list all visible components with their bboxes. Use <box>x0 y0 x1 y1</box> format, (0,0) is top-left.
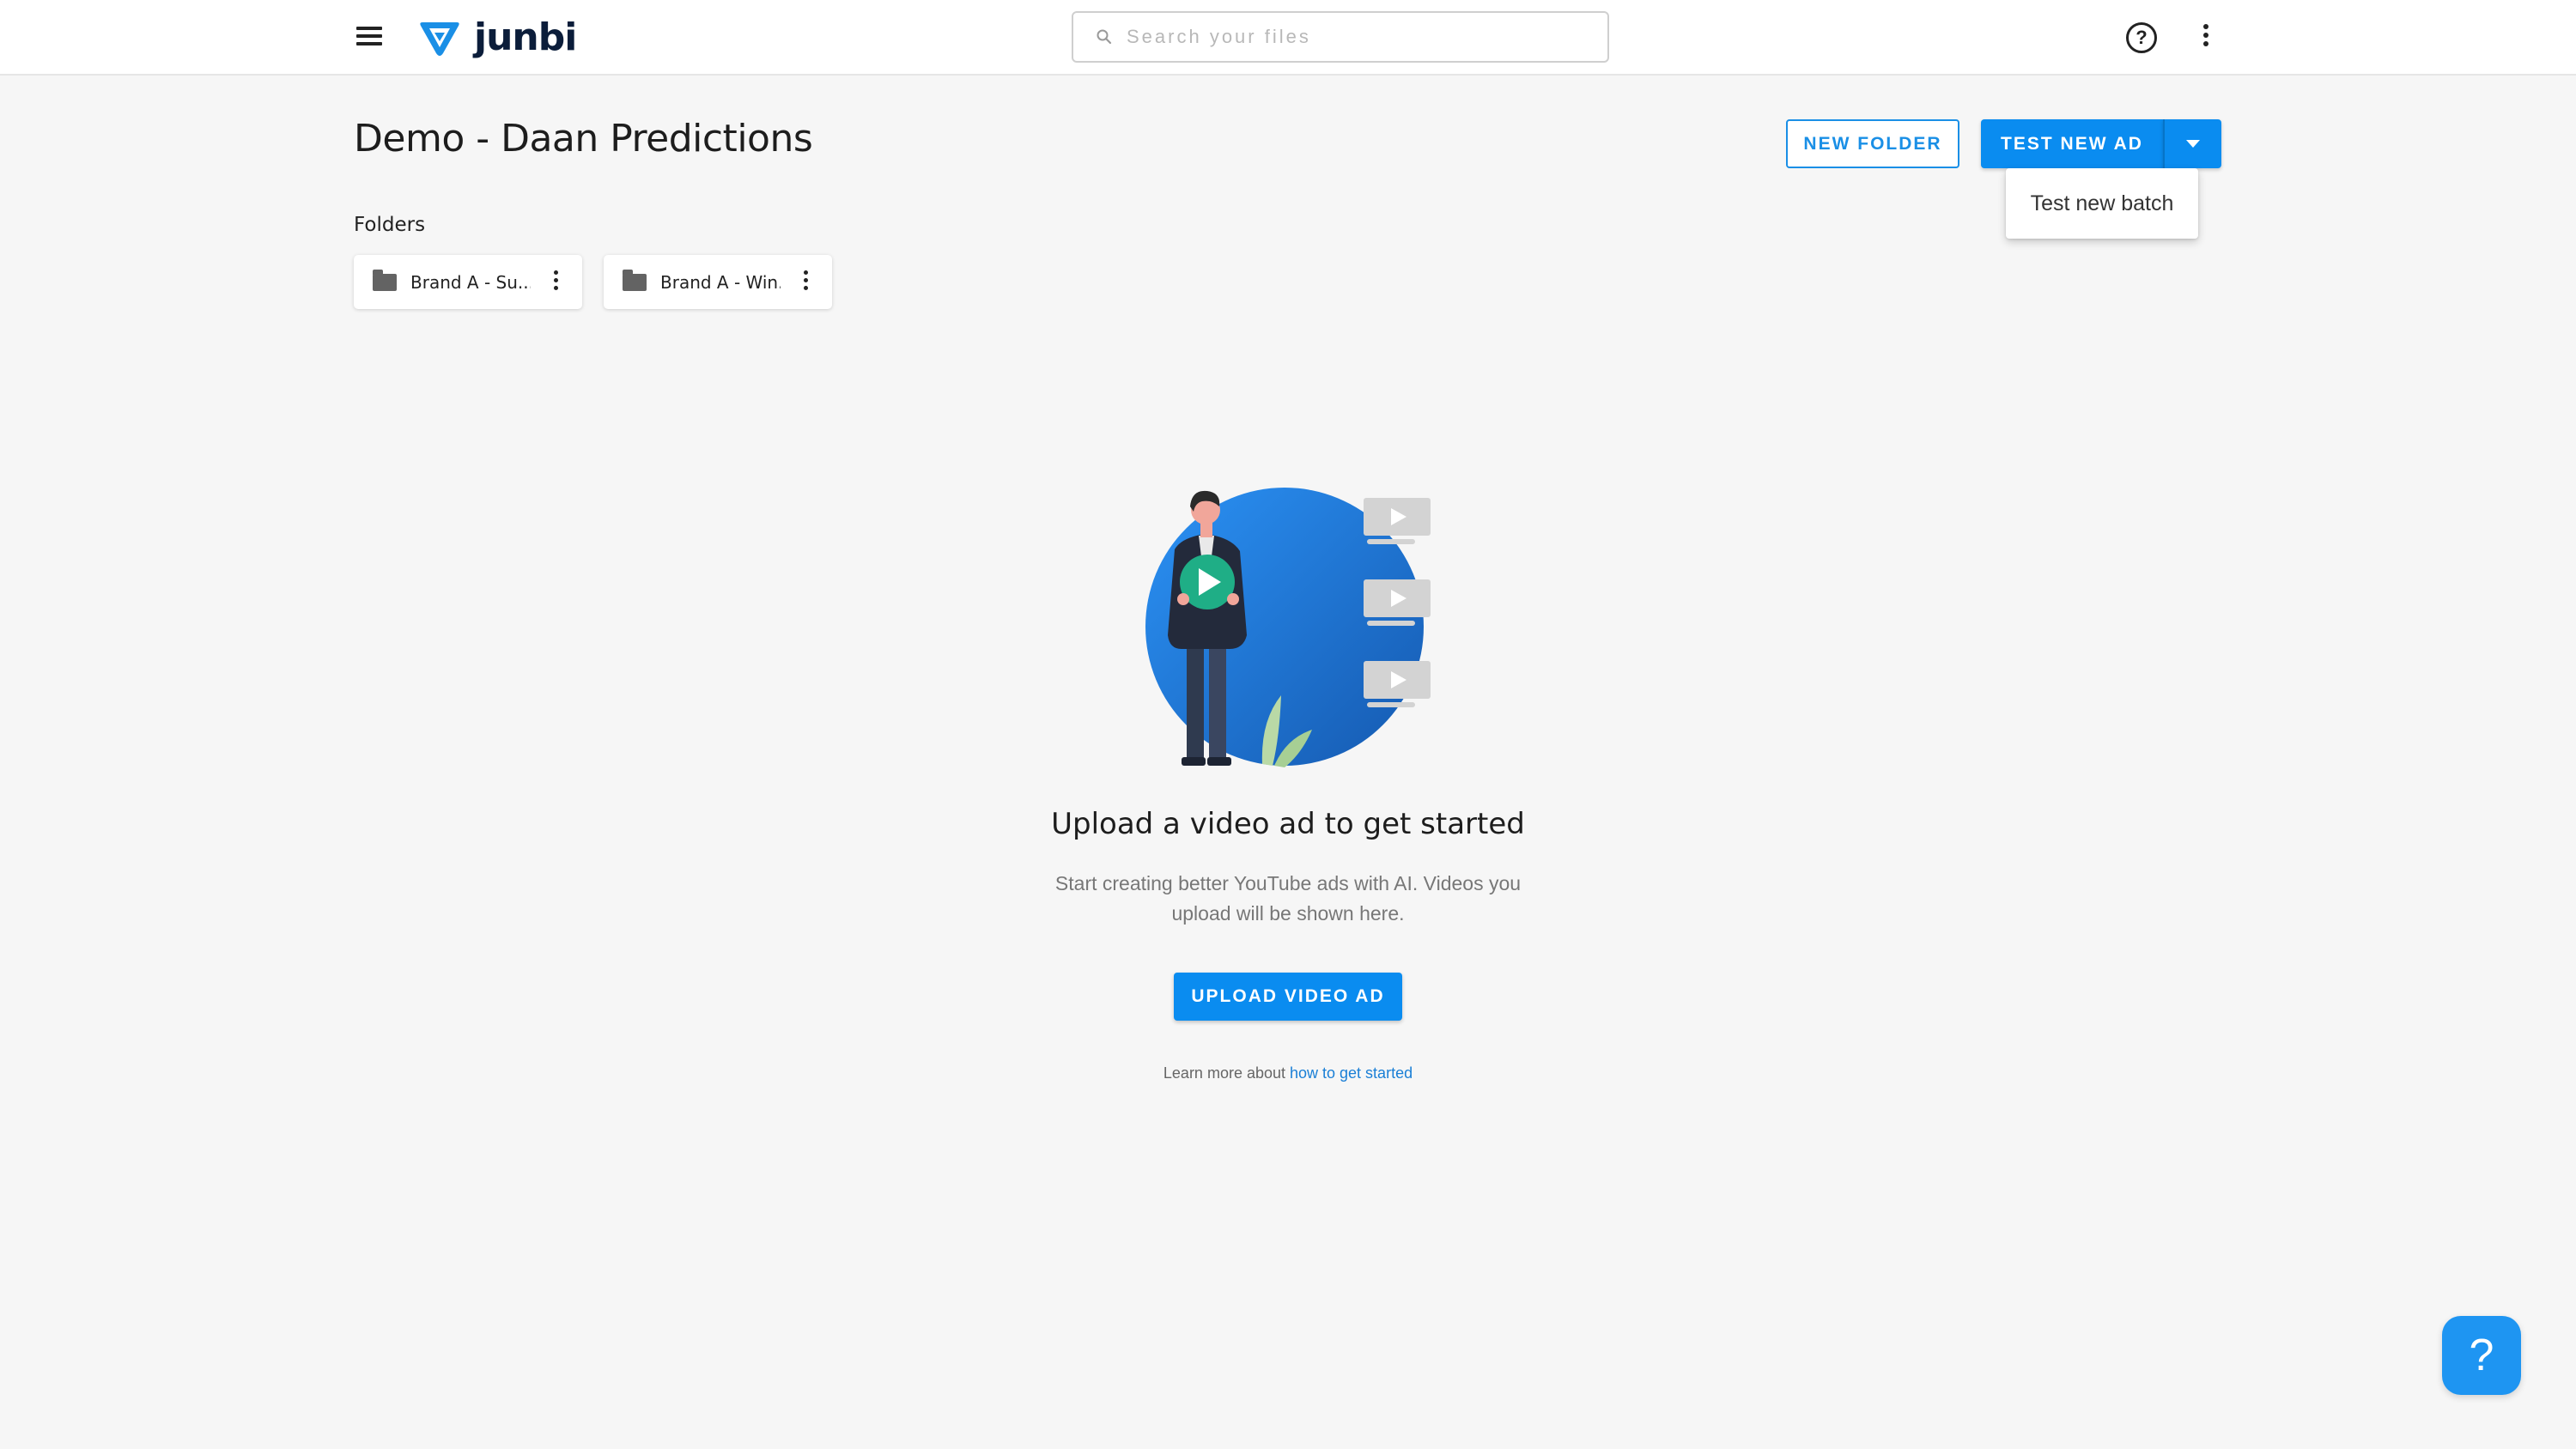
more-options-icon[interactable] <box>2202 24 2210 52</box>
logo-wordmark: junbi <box>474 15 577 59</box>
dropdown-menu: Test new batch <box>2006 168 2198 239</box>
page-title: Demo - Daan Predictions <box>354 117 813 161</box>
folder-card[interactable]: Brand A - Su... <box>354 255 582 309</box>
caret-down-icon <box>2186 140 2200 148</box>
folder-icon <box>623 269 647 291</box>
folder-options-icon[interactable] <box>551 270 560 294</box>
folder-name: Brand A - Su... <box>410 271 531 293</box>
folders-section-label: Folders <box>354 214 426 236</box>
help-chat-button[interactable]: ? <box>2442 1316 2521 1395</box>
search-field[interactable] <box>1072 11 1609 63</box>
folder-icon <box>373 269 397 291</box>
folder-options-icon[interactable] <box>801 270 810 294</box>
empty-state-heading: Upload a video ad to get started <box>1051 807 1525 841</box>
how-to-get-started-link[interactable]: how to get started <box>1290 1064 1413 1082</box>
junbi-logo-mark <box>420 22 459 56</box>
learn-more-prefix: Learn more about <box>1163 1064 1290 1082</box>
learn-more-text: Learn more about how to get started <box>1030 1064 1546 1082</box>
search-input[interactable] <box>1125 25 1571 49</box>
hamburger-menu-icon[interactable] <box>354 23 385 54</box>
junbi-logo[interactable]: junbi <box>417 14 577 62</box>
folder-name: Brand A - Win... <box>660 271 781 293</box>
top-app-bar: junbi ? <box>0 0 2576 76</box>
folder-card[interactable]: Brand A - Win... <box>604 255 832 309</box>
search-icon <box>1097 29 1112 45</box>
test-new-ad-button[interactable]: TEST NEW AD <box>1981 119 2163 168</box>
empty-state-description-line: upload will be shown here. <box>1171 902 1405 925</box>
empty-state-description: Start creating better YouTube ads with A… <box>1030 869 1546 929</box>
help-circle-icon[interactable]: ? <box>2126 22 2157 53</box>
test-new-ad-dropdown-button[interactable] <box>2163 119 2221 168</box>
menu-item-test-new-batch[interactable]: Test new batch <box>2031 191 2174 216</box>
new-folder-button[interactable]: NEW FOLDER <box>1786 119 1959 168</box>
empty-state-description-line: Start creating better YouTube ads with A… <box>1054 872 1522 894</box>
upload-video-ad-button[interactable]: UPLOAD VIDEO AD <box>1174 973 1402 1021</box>
question-mark-icon: ? <box>2469 1331 2494 1380</box>
person-with-video-illustration <box>1145 488 1431 767</box>
